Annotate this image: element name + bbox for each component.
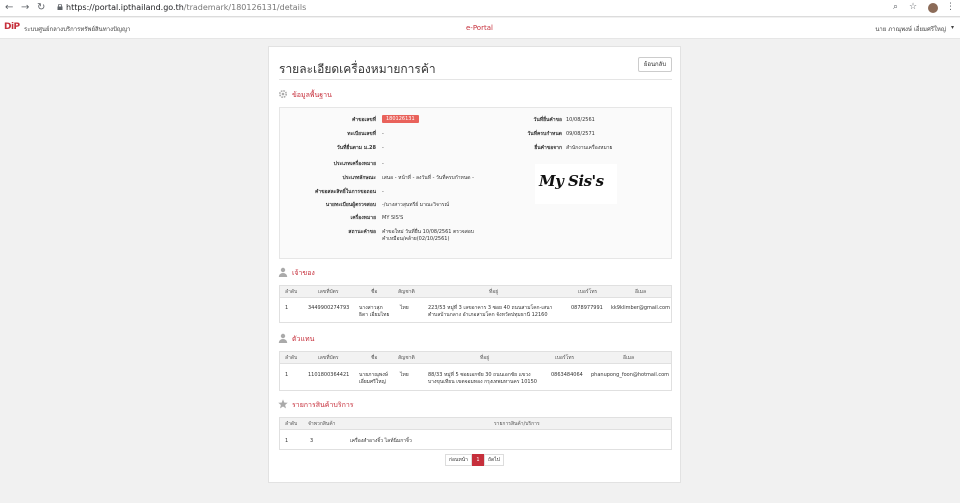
address-bar[interactable]: https://portal.ipthailand.go.th/trademar…	[66, 3, 306, 12]
star-icon	[278, 399, 288, 409]
next-page-button[interactable]: ถัดไป	[484, 454, 504, 466]
goods-table: ลำดับ จำพวกสินค้า รายการสินค้า/บริการ 1 …	[279, 417, 672, 450]
star-icon[interactable]: ☆	[909, 2, 917, 12]
section-title: ข้อมูลพื้นฐาน	[292, 91, 332, 99]
chevron-down-icon[interactable]: ▾	[951, 24, 954, 31]
lock-icon	[57, 4, 63, 10]
trademark-image: My Sis's	[535, 164, 617, 204]
details-card: รายละเอียดเครื่องหมายการค้า ย้อนกลับ ข้อ…	[268, 46, 681, 483]
url-path: /trademark/180126131/details	[183, 3, 307, 12]
page-title: รายละเอียดเครื่องหมายการค้า	[279, 62, 436, 76]
table-header: ลำดับ จำพวกสินค้า รายการสินค้า/บริการ	[280, 418, 671, 430]
site-header: DiP ระบบศูนย์กลางบริการทรัพย์สินทางปัญญา…	[0, 18, 960, 39]
user-menu[interactable]: นาย ภาณุพงษ์ เอี่ยมศรีใหญ่	[875, 24, 946, 34]
page-1-button[interactable]: 1	[472, 454, 484, 466]
zoom-icon[interactable]: ⌕	[893, 2, 898, 12]
basic-info-panel: คำขอเลขที่ 180126131 ทะเบียนเลขที่ - วัน…	[279, 107, 672, 259]
section-title: รายการสินค้าบริการ	[292, 401, 354, 409]
table-header: ลำดับ เลขที่บัตร ชื่อ สัญชาติ ที่อยู่ เบ…	[280, 286, 671, 298]
divider	[279, 79, 672, 80]
request-no-badge: 180126131	[382, 115, 419, 123]
dip-logo[interactable]: DiP	[4, 22, 20, 32]
url-host: https://portal.ipthailand.go.th	[66, 3, 184, 12]
reload-icon[interactable]: ↻	[37, 2, 45, 14]
menu-dots-icon[interactable]: ⋮	[946, 2, 955, 12]
section-title: ตัวแทน	[292, 335, 315, 343]
forward-arrow-icon[interactable]: →	[21, 2, 29, 14]
portal-title: e-Portal	[466, 24, 493, 32]
back-button[interactable]: ย้อนกลับ	[638, 57, 672, 72]
user-icon	[278, 333, 288, 343]
prev-page-button[interactable]: ก่อนหน้า	[445, 454, 472, 466]
table-header: ลำดับ เลขที่บัตร ชื่อ สัญชาติ ที่อยู่ เบ…	[280, 352, 671, 364]
org-name: ระบบศูนย์กลางบริการทรัพย์สินทางปัญญา	[24, 26, 131, 33]
gear-icon	[278, 89, 288, 99]
back-arrow-icon[interactable]: ←	[5, 2, 13, 14]
browser-toolbar: ← → ↻ https://portal.ipthailand.go.th/tr…	[0, 0, 960, 17]
user-icon	[278, 267, 288, 277]
agent-table: ลำดับ เลขที่บัตร ชื่อ สัญชาติ ที่อยู่ เบ…	[279, 351, 672, 391]
profile-avatar[interactable]	[928, 3, 938, 13]
section-title: เจ้าของ	[292, 269, 315, 277]
owner-table: ลำดับ เลขที่บัตร ชื่อ สัญชาติ ที่อยู่ เบ…	[279, 285, 672, 323]
